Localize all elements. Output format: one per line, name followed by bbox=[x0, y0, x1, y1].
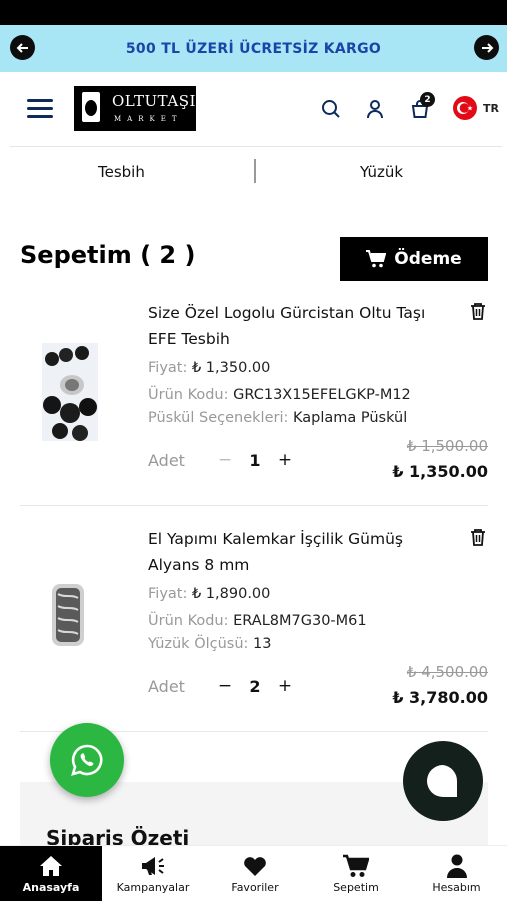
quantity-stepper: Adet − 1 + bbox=[148, 450, 300, 470]
product-code: GRC13X15EFELGKP-M12 bbox=[233, 387, 411, 403]
option-row: Yüzük Ölçüsü: 13 bbox=[148, 636, 272, 652]
quantity-label: Adet bbox=[148, 676, 185, 696]
heart-icon bbox=[244, 857, 266, 876]
code-label: Ürün Kodu: bbox=[148, 613, 229, 629]
increase-button[interactable]: + bbox=[270, 450, 300, 470]
nav-campaigns[interactable]: Kampanyalar bbox=[102, 846, 204, 901]
price-label: Fiyat: bbox=[148, 360, 188, 376]
bottom-nav: Anasayfa Kampanyalar Favoriler Sepetim H… bbox=[0, 845, 507, 901]
arrow-left-icon bbox=[16, 42, 28, 53]
nav-home-label: Anasayfa bbox=[22, 881, 80, 894]
search-icon[interactable] bbox=[321, 99, 341, 119]
option-label: Yüzük Ölçüsü: bbox=[148, 636, 249, 652]
language-label[interactable]: TR bbox=[483, 102, 499, 115]
cart-count-badge: 2 bbox=[420, 92, 435, 107]
tesbih-product-image[interactable] bbox=[42, 343, 98, 441]
old-price: ₺ 4,500.00 bbox=[406, 663, 488, 681]
decrease-button[interactable]: − bbox=[210, 450, 240, 470]
price-row: Fiyat: ₺ 1,350.00 bbox=[148, 360, 270, 376]
increase-button[interactable]: + bbox=[270, 676, 300, 696]
menu-icon[interactable] bbox=[27, 99, 53, 119]
nav-account-label: Hesabım bbox=[432, 881, 481, 894]
turkey-flag-icon[interactable] bbox=[453, 96, 477, 120]
code-row: Ürün Kodu: GRC13X15EFELGKP-M12 bbox=[148, 387, 411, 403]
page-title: Sepetim ( 2 ) bbox=[20, 241, 196, 269]
option-row: Püskül Seçenekleri: Kaplama Püskül bbox=[148, 410, 407, 426]
trash-icon[interactable] bbox=[470, 528, 486, 546]
category-tesbih[interactable]: Tesbih bbox=[98, 163, 145, 181]
nav-favorites[interactable]: Favoriler bbox=[204, 846, 306, 901]
old-price: ₺ 1,500.00 bbox=[406, 437, 488, 455]
whatsapp-button[interactable] bbox=[50, 723, 124, 797]
cart-icon bbox=[366, 250, 387, 268]
option-value: 13 bbox=[253, 636, 272, 652]
logo[interactable]: OLTUTAŞI MARKET bbox=[74, 86, 196, 131]
option-label: Püskül Seçenekleri: bbox=[148, 410, 289, 426]
cart-item: El Yapımı Kalemkar İşçilik Gümüş Alyans … bbox=[20, 526, 488, 721]
quantity-value: 2 bbox=[249, 676, 261, 696]
status-bar bbox=[0, 0, 507, 25]
line-total: ₺ 1,350.00 bbox=[392, 462, 488, 481]
header: OLTUTAŞI MARKET 2 TR bbox=[0, 72, 507, 146]
checkout-label: Ödeme bbox=[394, 249, 462, 269]
checkout-button[interactable]: Ödeme bbox=[340, 237, 488, 281]
nav-home[interactable]: Anasayfa bbox=[0, 846, 102, 901]
category-bar: Tesbih Yüzük bbox=[10, 146, 502, 199]
nav-cart-label: Sepetim bbox=[333, 881, 379, 894]
promo-banner: 500 TL ÜZERİ ÜCRETSİZ KARGO bbox=[0, 25, 507, 72]
category-yuzuk[interactable]: Yüzük bbox=[360, 163, 403, 181]
price-label: Fiyat: bbox=[148, 586, 188, 602]
category-divider bbox=[254, 159, 256, 183]
cart-icon bbox=[343, 854, 369, 877]
quantity-label: Adet bbox=[148, 450, 185, 470]
nav-account[interactable]: Hesabım bbox=[406, 846, 507, 901]
product-name[interactable]: El Yapımı Kalemkar İşçilik Gümüş Alyans … bbox=[148, 526, 448, 578]
account-icon[interactable] bbox=[365, 99, 385, 119]
megaphone-icon bbox=[142, 857, 164, 875]
trash-icon[interactable] bbox=[470, 302, 486, 320]
code-row: Ürün Kodu: ERAL8M7G30-M61 bbox=[148, 613, 367, 629]
line-total: ₺ 3,780.00 bbox=[392, 688, 488, 707]
nav-favorites-label: Favoriler bbox=[231, 881, 279, 894]
promo-next-button[interactable] bbox=[474, 35, 499, 60]
promo-text: 500 TL ÜZERİ ÜCRETSİZ KARGO bbox=[125, 40, 382, 57]
nav-cart[interactable]: Sepetim bbox=[306, 846, 406, 901]
option-value: Kaplama Püskül bbox=[292, 410, 408, 426]
whatsapp-icon bbox=[71, 744, 103, 776]
quantity-stepper: Adet − 2 + bbox=[148, 676, 300, 696]
divider bbox=[20, 505, 488, 506]
unit-price: ₺ 1,890.00 bbox=[191, 586, 271, 602]
logo-mark bbox=[82, 92, 100, 122]
nav-campaigns-label: Kampanyalar bbox=[116, 881, 190, 894]
cart-item: Size Özel Logolu Gürcistan Oltu Taşı EFE… bbox=[20, 300, 488, 495]
logo-sub: MARKET bbox=[114, 115, 183, 123]
price-row: Fiyat: ₺ 1,890.00 bbox=[148, 586, 270, 602]
product-name[interactable]: Size Özel Logolu Gürcistan Oltu Taşı EFE… bbox=[148, 300, 448, 352]
arrow-right-icon bbox=[481, 42, 493, 53]
unit-price: ₺ 1,350.00 bbox=[191, 360, 271, 376]
chat-bubble-icon bbox=[427, 765, 458, 797]
quantity-value: 1 bbox=[249, 450, 261, 470]
ring-product-image[interactable] bbox=[50, 580, 86, 650]
product-code: ERAL8M7G30-M61 bbox=[233, 613, 367, 629]
code-label: Ürün Kodu: bbox=[148, 387, 229, 403]
user-icon bbox=[446, 854, 467, 878]
home-icon bbox=[40, 856, 62, 876]
decrease-button[interactable]: − bbox=[210, 676, 240, 696]
promo-prev-button[interactable] bbox=[10, 35, 35, 60]
logo-name: OLTUTAŞI bbox=[112, 92, 196, 110]
live-chat-button[interactable] bbox=[403, 741, 483, 821]
